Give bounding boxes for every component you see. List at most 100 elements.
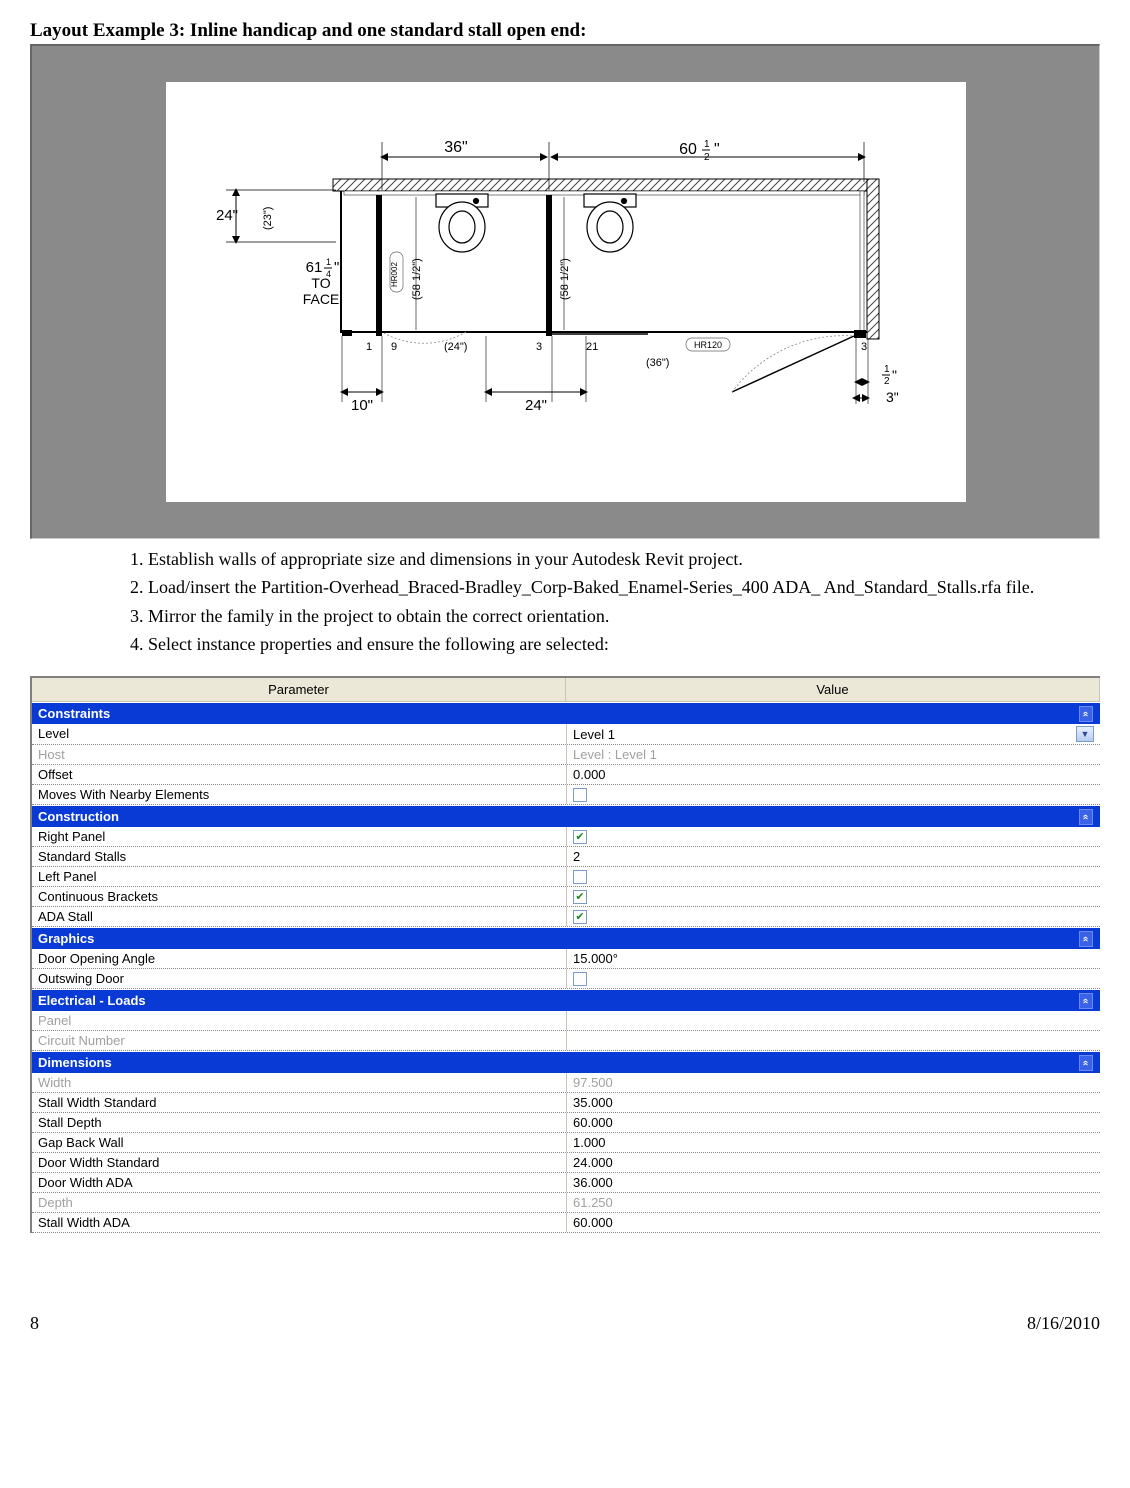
svg-text:(23"): (23"): [262, 207, 274, 230]
param-value[interactable]: ✔: [566, 907, 1100, 926]
svg-text:2: 2: [884, 376, 890, 387]
svg-text:": ": [334, 259, 339, 276]
param-value[interactable]: 35.000: [566, 1093, 1100, 1112]
group-name: Electrical - Loads: [38, 993, 146, 1008]
header-value: Value: [566, 678, 1100, 702]
svg-text:3: 3: [536, 341, 542, 353]
checkbox[interactable]: ✔: [573, 910, 587, 924]
param-value[interactable]: 36.000: [566, 1173, 1100, 1192]
param-value[interactable]: 24.000: [566, 1153, 1100, 1172]
param-name: Depth: [32, 1193, 566, 1212]
param-value[interactable]: [566, 785, 1100, 804]
svg-text:1: 1: [326, 257, 331, 267]
table-row: Circuit Number: [32, 1031, 1100, 1051]
page-date: 8/16/2010: [1027, 1313, 1100, 1334]
param-value[interactable]: [566, 969, 1100, 988]
properties-table: Parameter Value Constraints«Level Level 1…: [30, 676, 1100, 1233]
table-row: Gap Back Wall1.000: [32, 1133, 1100, 1153]
param-name: Continuous Brackets: [32, 887, 566, 906]
group-name: Construction: [38, 809, 119, 824]
svg-text:21: 21: [586, 341, 598, 353]
step-3: Mirror the family in the project to obta…: [148, 604, 1100, 628]
param-value[interactable]: ✔: [566, 887, 1100, 906]
table-row: Standard Stalls2: [32, 847, 1100, 867]
page-number: 8: [30, 1313, 39, 1334]
svg-text:10": 10": [350, 397, 372, 414]
param-value[interactable]: ✔: [566, 827, 1100, 846]
param-value[interactable]: 15.000°: [566, 949, 1100, 968]
param-value: 61.250: [566, 1193, 1100, 1212]
svg-text:(58 1/2"): (58 1/2"): [411, 258, 423, 300]
svg-text:3": 3": [886, 389, 899, 405]
param-name: Circuit Number: [32, 1031, 566, 1050]
table-row: Offset0.000: [32, 765, 1100, 785]
param-value[interactable]: 60.000: [566, 1113, 1100, 1132]
group-name: Graphics: [38, 931, 94, 946]
table-row: Stall Depth60.000: [32, 1113, 1100, 1133]
param-value[interactable]: 60.000: [566, 1213, 1100, 1232]
param-name: Offset: [32, 765, 566, 784]
group-name: Dimensions: [38, 1055, 112, 1070]
group-header[interactable]: Constraints«: [32, 702, 1100, 724]
svg-text:(24"): (24"): [444, 341, 467, 353]
group-header[interactable]: Construction «: [32, 805, 1100, 827]
collapse-icon[interactable]: «: [1079, 706, 1093, 722]
param-name: Width: [32, 1073, 566, 1092]
group-header[interactable]: Electrical - Loads «: [32, 989, 1100, 1011]
svg-text:HR120: HR120: [693, 340, 721, 350]
checkbox[interactable]: [573, 788, 587, 802]
svg-text:61: 61: [305, 259, 322, 276]
checkbox[interactable]: ✔: [573, 830, 587, 844]
param-value: 97.500: [566, 1073, 1100, 1092]
step-2: Load/insert the Partition-Overhead_Brace…: [148, 575, 1100, 599]
param-name: Door Opening Angle: [32, 949, 566, 968]
chevron-down-icon[interactable]: ▼: [1076, 726, 1094, 742]
param-name: Door Width ADA: [32, 1173, 566, 1192]
param-name: Moves With Nearby Elements: [32, 785, 566, 804]
param-value: [566, 1011, 1100, 1030]
header-parameter: Parameter: [32, 678, 566, 702]
svg-text:9: 9: [391, 341, 397, 353]
svg-text:HR002: HR002: [390, 262, 399, 287]
table-header: Parameter Value: [32, 678, 1100, 702]
param-value[interactable]: 1.000: [566, 1133, 1100, 1152]
table-row: Width97.500: [32, 1073, 1100, 1093]
param-value[interactable]: 0.000: [566, 765, 1100, 784]
param-value[interactable]: Level 1▼: [566, 724, 1100, 744]
table-row: Stall Width Standard35.000: [32, 1093, 1100, 1113]
param-name: Panel: [32, 1011, 566, 1030]
param-name: Left Panel: [32, 867, 566, 886]
svg-text:24": 24": [216, 207, 238, 224]
param-name: Level: [32, 724, 566, 744]
step-4: Select instance properties and ensure th…: [148, 632, 1100, 656]
svg-text:1: 1: [366, 341, 372, 353]
svg-text:2: 2: [704, 152, 710, 163]
param-name: ADA Stall: [32, 907, 566, 926]
instruction-steps: Establish walls of appropriate size and …: [120, 547, 1100, 656]
table-row: Door Width Standard24.000: [32, 1153, 1100, 1173]
collapse-icon[interactable]: «: [1079, 931, 1093, 947]
table-row: Door Width ADA36.000: [32, 1173, 1100, 1193]
figure-frame: 36" 60 1 2 " 24" (23") 61 1 4 " TO FACE: [30, 44, 1100, 539]
collapse-icon[interactable]: «: [1079, 1055, 1093, 1071]
group-header[interactable]: Graphics «: [32, 927, 1100, 949]
param-name: Outswing Door: [32, 969, 566, 988]
checkbox[interactable]: [573, 870, 587, 884]
param-value[interactable]: 2: [566, 847, 1100, 866]
step-1: Establish walls of appropriate size and …: [148, 547, 1100, 571]
svg-text:24": 24": [524, 397, 546, 414]
collapse-icon[interactable]: «: [1079, 993, 1093, 1009]
param-name: Host: [32, 745, 566, 764]
group-header[interactable]: Dimensions «: [32, 1051, 1100, 1073]
collapse-icon[interactable]: «: [1079, 809, 1093, 825]
checkbox[interactable]: ✔: [573, 890, 587, 904]
table-row: Moves With Nearby Elements: [32, 785, 1100, 805]
param-name: Gap Back Wall: [32, 1133, 566, 1152]
page-title: Layout Example 3: Inline handicap and on…: [30, 20, 1100, 42]
param-value[interactable]: [566, 867, 1100, 886]
svg-text:FACE: FACE: [302, 291, 339, 307]
dropdown[interactable]: Level 1▼: [573, 726, 1094, 742]
svg-text:36": 36": [444, 139, 467, 156]
svg-text:1: 1: [884, 364, 890, 375]
checkbox[interactable]: [573, 972, 587, 986]
